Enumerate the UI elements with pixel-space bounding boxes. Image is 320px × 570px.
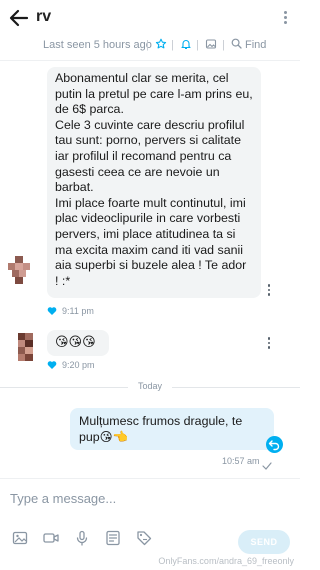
checklist-icon[interactable] xyxy=(105,530,121,546)
incoming-message-bubble[interactable]: Abonamentul clar se merita, cel putin la… xyxy=(47,67,261,298)
message-more-icon[interactable] xyxy=(266,337,272,351)
message-paragraph: Cele 3 cuvinte care descriu profilul tau… xyxy=(55,117,245,195)
find-label: Find xyxy=(245,39,267,51)
message-text: 😘😘😘 xyxy=(55,334,96,349)
separator-line xyxy=(172,387,300,388)
message-meta: 9:11 pm xyxy=(47,306,94,316)
heart-icon[interactable] xyxy=(47,360,57,370)
price-tag-icon[interactable] xyxy=(136,530,152,546)
reply-icon[interactable] xyxy=(266,436,283,453)
message-paragraph: Abonamentul clar se merita, cel putin la… xyxy=(55,71,253,117)
bell-icon[interactable] xyxy=(180,38,192,50)
chat-subheader: Last seen 5 hours ago | | | | Find xyxy=(0,36,300,56)
header-divider xyxy=(0,60,300,61)
search-icon xyxy=(231,38,242,52)
chat-name[interactable]: rv xyxy=(36,8,51,26)
message-input[interactable] xyxy=(10,487,290,509)
last-seen-status: Last seen 5 hours ago xyxy=(43,39,152,51)
message-more-icon[interactable] xyxy=(266,284,272,298)
separator: | xyxy=(222,39,225,51)
message-paragraph: Imi place foarte mult continutul, imi pl… xyxy=(55,195,247,288)
chat-header: rv xyxy=(0,0,300,36)
message-time: 9:11 pm xyxy=(62,306,94,316)
separator: | xyxy=(196,39,199,51)
check-icon xyxy=(262,457,272,470)
outgoing-message-bubble[interactable]: Mulțumesc frumos dragule, te pup😘👈 xyxy=(70,408,274,450)
more-vertical-icon[interactable] xyxy=(282,11,288,27)
star-icon[interactable] xyxy=(155,38,167,50)
message-meta: 9:20 pm xyxy=(47,360,95,370)
day-separator: Today xyxy=(0,380,300,394)
find-button[interactable]: Find xyxy=(231,38,266,52)
back-arrow-icon[interactable] xyxy=(8,7,30,29)
image-icon[interactable] xyxy=(12,530,28,546)
video-icon[interactable] xyxy=(43,530,59,546)
separator: | xyxy=(171,39,174,51)
heart-icon[interactable] xyxy=(47,306,57,316)
message-text: Mulțumesc frumos dragule, te pup😘👈 xyxy=(79,414,243,444)
send-button[interactable]: SEND xyxy=(238,530,290,554)
avatar[interactable] xyxy=(18,333,40,361)
day-separator-label: Today xyxy=(137,381,163,391)
message-time: 10:57 am xyxy=(222,456,260,466)
microphone-icon[interactable] xyxy=(74,530,90,546)
separator: | xyxy=(146,39,149,51)
incoming-message-bubble[interactable]: 😘😘😘 xyxy=(47,330,109,356)
watermark: OnlyFans.com/andra_69_freeonly xyxy=(158,556,294,566)
composer-divider xyxy=(0,478,300,479)
image-icon[interactable] xyxy=(205,38,217,50)
message-time: 9:20 pm xyxy=(62,360,95,370)
avatar[interactable] xyxy=(8,256,30,284)
